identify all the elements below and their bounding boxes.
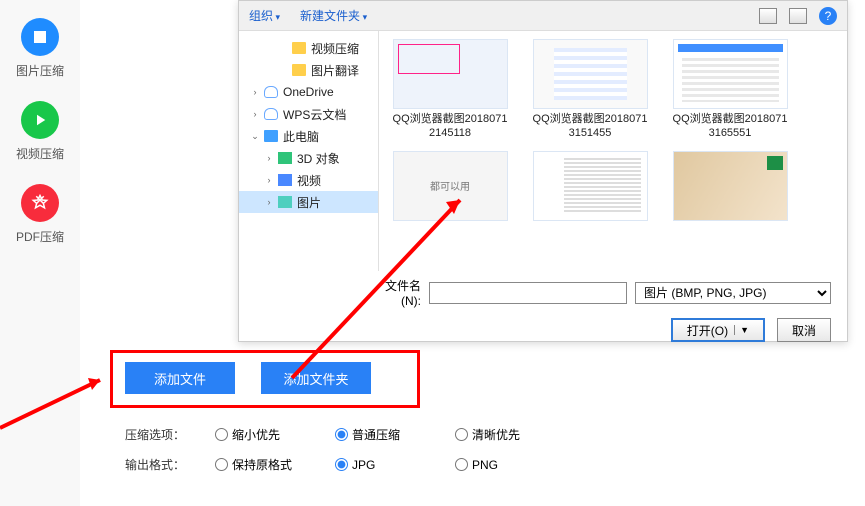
tree-item-WPS云文档[interactable]: ›WPS云文档 [239, 103, 378, 125]
sidebar-item-image-compress[interactable]: 图片压缩 [0, 18, 80, 79]
tree-item-图片[interactable]: ›图片 [239, 191, 378, 213]
compress-label: 压缩选项： [125, 426, 195, 443]
format-options-row: 输出格式： 保持原格式 JPG PNG [125, 456, 555, 473]
help-icon[interactable]: ? [819, 7, 837, 25]
tree-item-OneDrive[interactable]: ›OneDrive [239, 81, 378, 103]
play-icon [21, 101, 59, 139]
radio-clear-first[interactable]: 清晰优先 [455, 426, 555, 443]
tree-item-3D 对象[interactable]: ›3D 对象 [239, 147, 378, 169]
file-item[interactable]: 都可以用 [385, 151, 515, 221]
sidebar: 图片压缩 视频压缩 PDF压缩 [0, 0, 80, 506]
sidebar-label: 图片压缩 [16, 62, 64, 79]
tree-item-视频[interactable]: ›视频 [239, 169, 378, 191]
file-item[interactable]: QQ浏览器截图20180712145118 [385, 39, 515, 141]
tree-item-此电脑[interactable]: ⌄此电脑 [239, 125, 378, 147]
organize-menu[interactable]: 组织 [249, 7, 280, 24]
file-item[interactable] [525, 151, 655, 221]
filename-input[interactable] [429, 282, 627, 304]
radio-shrink-first[interactable]: 缩小优先 [215, 426, 315, 443]
file-item[interactable]: QQ浏览器截图20180713165551 [665, 39, 795, 141]
cancel-button[interactable]: 取消 [777, 318, 831, 342]
filename-label: 文件名(N): [366, 277, 421, 308]
view-mode-button[interactable] [759, 8, 777, 24]
pdf-icon [21, 184, 59, 222]
radio-keep-format[interactable]: 保持原格式 [215, 456, 315, 473]
file-filter-select[interactable]: 图片 (BMP, PNG, JPG) [635, 282, 831, 304]
radio-normal-compress[interactable]: 普通压缩 [335, 426, 435, 443]
open-button[interactable]: 打开(O)▼ [671, 318, 765, 342]
tree-item-视频压缩[interactable]: 视频压缩 [239, 37, 378, 59]
radio-jpg[interactable]: JPG [335, 458, 435, 472]
add-buttons-row: 添加文件 添加文件夹 [125, 362, 371, 394]
tree-item-图片翻译[interactable]: 图片翻译 [239, 59, 378, 81]
preview-pane-button[interactable] [789, 8, 807, 24]
sidebar-label: 视频压缩 [16, 145, 64, 162]
file-open-dialog: 组织 新建文件夹 ? 视频压缩图片翻译›OneDrive›WPS云文档⌄此电脑›… [238, 0, 848, 342]
folder-tree: 视频压缩图片翻译›OneDrive›WPS云文档⌄此电脑›3D 对象›视频›图片 [239, 31, 379, 271]
sidebar-label: PDF压缩 [16, 228, 64, 245]
sidebar-item-video-compress[interactable]: 视频压缩 [0, 101, 80, 162]
add-folder-button[interactable]: 添加文件夹 [261, 362, 371, 394]
file-item[interactable]: QQ浏览器截图20180713151455 [525, 39, 655, 141]
add-file-button[interactable]: 添加文件 [125, 362, 235, 394]
radio-png[interactable]: PNG [455, 458, 555, 472]
dialog-toolbar: 组织 新建文件夹 ? [239, 1, 847, 31]
format-label: 输出格式： [125, 456, 195, 473]
new-folder-menu[interactable]: 新建文件夹 [300, 7, 367, 24]
file-item[interactable] [665, 151, 795, 221]
compress-options-row: 压缩选项： 缩小优先 普通压缩 清晰优先 [125, 426, 555, 443]
file-grid: QQ浏览器截图20180712145118QQ浏览器截图201807131514… [379, 31, 847, 271]
image-icon [21, 18, 59, 56]
sidebar-item-pdf-compress[interactable]: PDF压缩 [0, 184, 80, 245]
open-dropdown-icon[interactable]: ▼ [734, 325, 749, 335]
